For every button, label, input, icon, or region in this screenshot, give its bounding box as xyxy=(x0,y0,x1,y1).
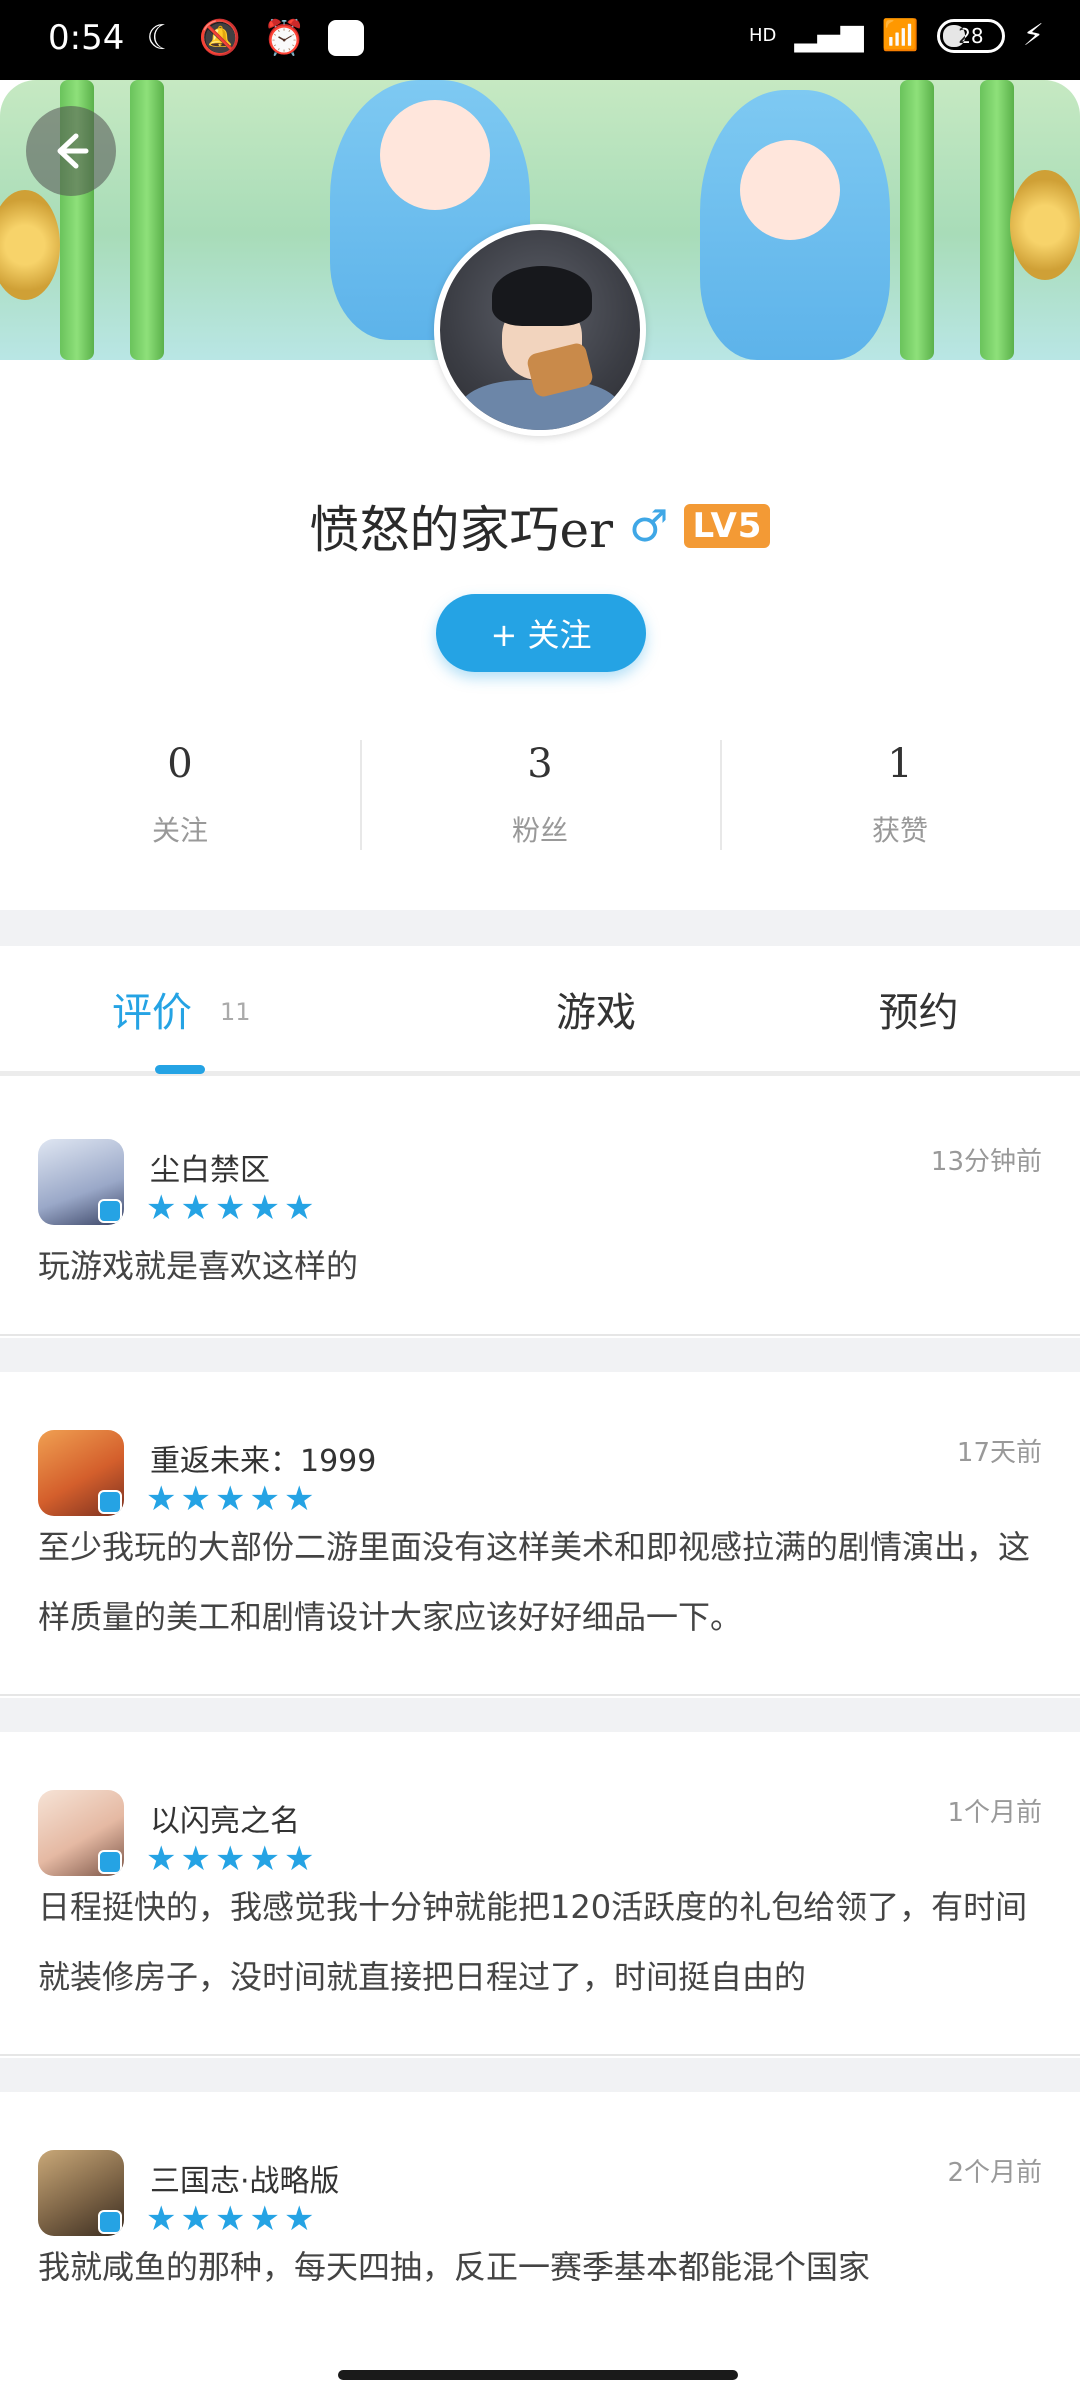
stat-value: 1 xyxy=(887,741,913,787)
star-icon: ★ xyxy=(180,1839,211,1879)
profile-tabs: 评价 11 游戏 预约 xyxy=(0,946,1080,1076)
rating-stars: ★ ★ ★ ★ ★ xyxy=(146,2202,314,2236)
tv-badge-icon xyxy=(98,2210,122,2234)
star-icon: ★ xyxy=(214,2199,246,2239)
star-icon: ★ xyxy=(249,1839,280,1879)
game-name[interactable]: 三国志·战略版 xyxy=(150,2156,340,2200)
tab-label: 评价 xyxy=(112,989,192,1036)
tv-badge-icon xyxy=(98,1199,122,1223)
tab-reservations[interactable]: 预约 xyxy=(757,946,1080,1071)
signal-icon: ▂▄▆ xyxy=(794,18,864,53)
profile-name-row: 愤怒的家巧er ♂ LV5 xyxy=(0,490,1080,562)
status-bar: 0:54 ☾ 🔕 ⏰ HD ▂▄▆ 📶 28 ⚡ xyxy=(0,0,1080,80)
section-divider xyxy=(0,2058,1080,2092)
battery-level: 28 xyxy=(958,23,984,48)
review-card[interactable]: 尘白禁区 ★ ★ ★ ★ ★ 13分钟前 玩游戏就是喜欢这样的 xyxy=(0,1081,1080,1336)
star-icon: ★ xyxy=(283,1479,315,1519)
stat-label: 获赞 xyxy=(871,814,928,847)
level-badge: LV5 xyxy=(684,504,771,548)
male-icon: ♂ xyxy=(629,500,669,552)
review-text: 至少我玩的大部份二游里面没有这样美术和即视感拉满的剧情演出，这样质量的美工和剧情… xyxy=(38,1528,1031,1636)
star-icon: ★ xyxy=(249,1479,280,1519)
app-notification-icon xyxy=(327,20,364,56)
star-icon: ★ xyxy=(283,2199,315,2239)
mute-bell-icon: 🔕 xyxy=(198,18,242,58)
review-card[interactable]: 三国志·战略版 ★ ★ ★ ★ ★ 2个月前 我就咸鱼的那种，每天四抽，反正一赛季基本都… xyxy=(0,2092,1080,2400)
star-icon: ★ xyxy=(214,1479,246,1519)
game-name[interactable]: 尘白禁区 xyxy=(150,1145,270,1189)
game-name[interactable]: 重返未来：1999 xyxy=(150,1436,376,1480)
review-card[interactable]: 以闪亮之名 ★ ★ ★ ★ ★ 1个月前 日程挺快的，我感觉我十分钟就能把120活跃度的… xyxy=(0,1732,1080,2056)
stat-likes[interactable]: 1 获赞 xyxy=(720,730,1080,860)
stat-value: 3 xyxy=(527,741,553,787)
review-time: 2个月前 xyxy=(947,2158,1042,2188)
star-icon: ★ xyxy=(249,2199,280,2239)
arrow-left-icon xyxy=(57,133,89,169)
section-divider xyxy=(0,1338,1080,1372)
rating-stars: ★ ★ ★ ★ ★ xyxy=(146,1842,314,1876)
tv-badge-icon xyxy=(98,1850,122,1874)
rating-stars: ★ ★ ★ ★ ★ xyxy=(146,1191,314,1225)
wifi-icon: 📶 xyxy=(881,18,919,53)
section-divider xyxy=(0,1698,1080,1732)
tab-label: 预约 xyxy=(878,989,959,1036)
status-time: 0:54 xyxy=(48,18,125,58)
review-time: 1个月前 xyxy=(947,1798,1042,1828)
star-icon: ★ xyxy=(214,1188,246,1228)
star-icon: ★ xyxy=(283,1839,315,1879)
star-icon: ★ xyxy=(180,2199,211,2239)
star-icon: ★ xyxy=(146,2199,177,2239)
game-icon[interactable] xyxy=(38,2150,124,2236)
charging-icon: ⚡ xyxy=(1022,18,1044,53)
tab-count: 11 xyxy=(220,997,251,1026)
network-type: HD xyxy=(748,25,777,46)
game-name[interactable]: 以闪亮之名 xyxy=(150,1796,300,1840)
home-indicator[interactable] xyxy=(338,2370,738,2380)
stat-label: 关注 xyxy=(151,814,208,847)
stat-fans[interactable]: 3 粉丝 xyxy=(360,730,720,860)
star-icon: ★ xyxy=(249,1188,280,1228)
profile-stats: 0 关注 3 粉丝 1 获赞 xyxy=(0,730,1080,860)
back-button[interactable] xyxy=(26,106,116,196)
stat-value: 0 xyxy=(167,741,193,787)
tab-games[interactable]: 游戏 xyxy=(435,946,758,1071)
stat-following[interactable]: 0 关注 xyxy=(0,730,360,860)
section-divider xyxy=(0,910,1080,946)
star-icon: ★ xyxy=(146,1479,177,1519)
active-tab-indicator xyxy=(155,1065,205,1074)
review-card[interactable]: 重返未来：1999 ★ ★ ★ ★ ★ 17天前 至少我玩的大部份二游里面没有这样美术和… xyxy=(0,1372,1080,1696)
battery-icon: 28 xyxy=(936,18,1005,53)
star-icon: ★ xyxy=(180,1479,211,1519)
star-icon: ★ xyxy=(283,1188,315,1228)
star-icon: ★ xyxy=(214,1839,246,1879)
rating-stars: ★ ★ ★ ★ ★ xyxy=(146,1482,314,1516)
follow-button[interactable]: + 关注 xyxy=(436,594,646,672)
review-text: 日程挺快的，我感觉我十分钟就能把120活跃度的礼包给领了，有时间就装修房子，没时… xyxy=(38,1888,1028,1996)
review-time: 13分钟前 xyxy=(930,1147,1042,1177)
tab-reviews[interactable]: 评价 11 xyxy=(0,946,435,1071)
avatar[interactable] xyxy=(434,224,646,436)
review-text: 玩游戏就是喜欢这样的 xyxy=(38,1247,359,1285)
moon-icon: ☾ xyxy=(146,18,177,58)
game-icon[interactable] xyxy=(38,1790,124,1876)
review-text: 我就咸鱼的那种，每天四抽，反正一赛季基本都能混个国家 xyxy=(38,2248,871,2286)
alarm-icon: ⏰ xyxy=(263,18,306,58)
tab-label: 游戏 xyxy=(556,989,636,1036)
tv-badge-icon xyxy=(98,1490,122,1514)
game-icon[interactable] xyxy=(38,1139,124,1225)
star-icon: ★ xyxy=(180,1188,211,1228)
stat-label: 粉丝 xyxy=(511,814,568,847)
username: 愤怒的家巧er xyxy=(309,501,614,559)
review-time: 17天前 xyxy=(956,1438,1042,1468)
star-icon: ★ xyxy=(146,1839,177,1879)
game-icon[interactable] xyxy=(38,1430,124,1516)
star-icon: ★ xyxy=(146,1188,177,1228)
